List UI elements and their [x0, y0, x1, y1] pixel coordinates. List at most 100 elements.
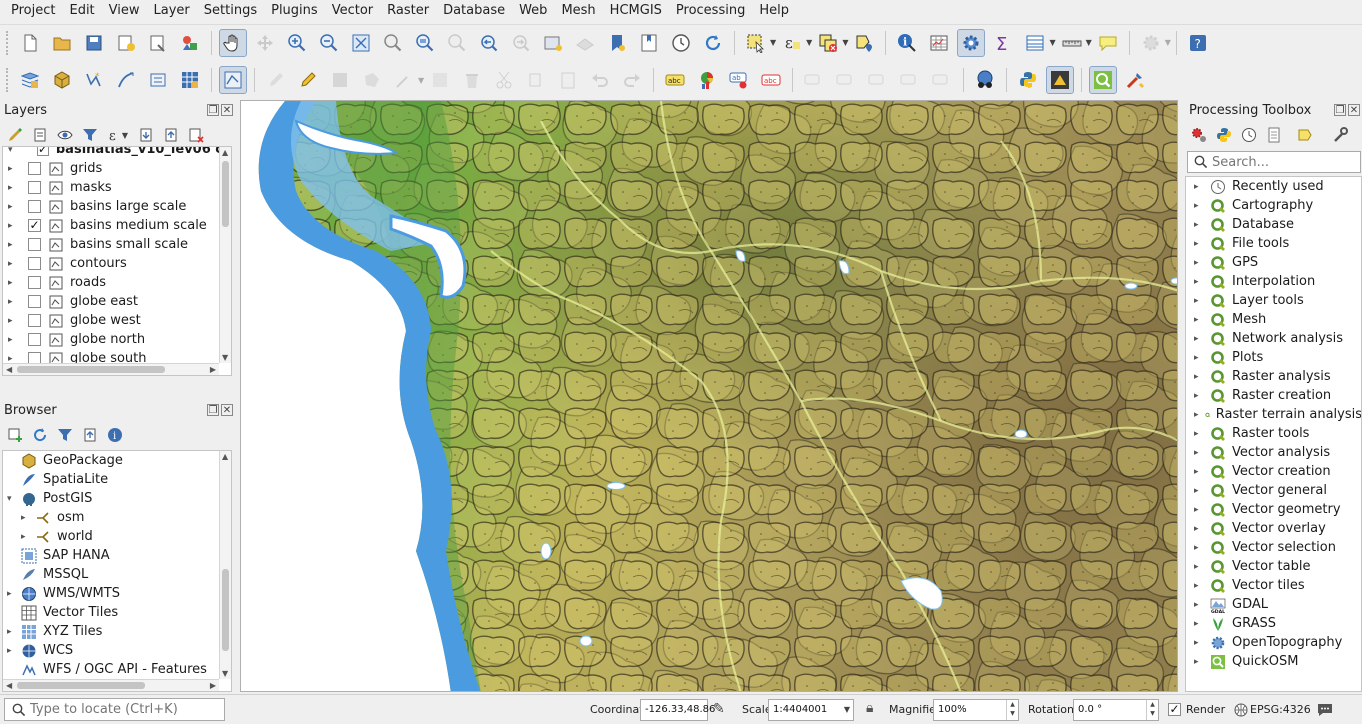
toolbox-group-gdal[interactable]: ▸ GDAL GDAL: [1186, 595, 1361, 614]
browser-item-osm[interactable]: ▸ osm: [3, 508, 221, 527]
chevron-down-icon[interactable]: ▾: [7, 494, 17, 504]
statistical-summary-button[interactable]: Σ: [989, 29, 1017, 57]
chevron-right-icon[interactable]: ▸: [1194, 201, 1204, 211]
chevron-right-icon[interactable]: ▸: [8, 316, 18, 326]
toolbox-group-vector-analysis[interactable]: ▸ Vector analysis: [1186, 443, 1361, 462]
toolbox-group-database[interactable]: ▸ Database: [1186, 215, 1361, 234]
properties-widget-button[interactable]: i: [104, 424, 126, 446]
chevron-down-icon[interactable]: ▼: [418, 76, 424, 85]
add-polygon-feature-button[interactable]: [358, 66, 386, 94]
redo-button[interactable]: [618, 66, 646, 94]
style-layer-button[interactable]: [4, 124, 26, 146]
toolbox-group-interpolation[interactable]: ▸ Interpolation: [1186, 272, 1361, 291]
crs-globe-icon[interactable]: [1234, 703, 1248, 717]
toolbox-group-raster-tools[interactable]: ▸ Raster tools: [1186, 424, 1361, 443]
locator-input[interactable]: [30, 702, 220, 717]
show-bookmarks-button[interactable]: [635, 29, 663, 57]
data-source-manager-button[interactable]: [16, 66, 44, 94]
toolbox-group-raster-creation[interactable]: ▸ Raster creation: [1186, 386, 1361, 405]
new-spatial-bookmark-button[interactable]: [603, 29, 631, 57]
menu-web[interactable]: Web: [512, 0, 554, 22]
osm-globe-button[interactable]: [971, 66, 999, 94]
toolbox-group-grass[interactable]: ▸ GRASS: [1186, 614, 1361, 633]
current-edits-button[interactable]: [262, 66, 290, 94]
browser-item-postgis[interactable]: ▾ PostGIS: [3, 489, 221, 508]
zoom-full-button[interactable]: [347, 29, 375, 57]
chevron-right-icon[interactable]: ▸: [8, 354, 18, 364]
remove-layer-button[interactable]: [185, 124, 207, 146]
menu-edit[interactable]: Edit: [62, 0, 101, 22]
layer-item-contours[interactable]: ▸ contours: [3, 254, 223, 273]
plugin-dark-button[interactable]: [1046, 66, 1075, 94]
map-tips-button[interactable]: [1094, 29, 1122, 57]
save-project-button[interactable]: [80, 29, 108, 57]
scripts-button[interactable]: [1213, 124, 1235, 146]
scroll-thumb[interactable]: [17, 366, 165, 373]
browser-tree[interactable]: GeoPackage SpatiaLite ▾ PostGIS ▸ osm ▸ world SA…: [2, 450, 232, 692]
chevron-right-icon[interactable]: ▸: [1194, 220, 1204, 230]
layer-item-globe-north[interactable]: ▸ globe north: [3, 330, 223, 349]
close-panel-icon[interactable]: ✕: [221, 404, 233, 416]
measure-line-button[interactable]: [1058, 29, 1086, 57]
chevron-down-icon[interactable]: ▼: [844, 700, 850, 720]
toolbox-group-vector-general[interactable]: ▸ Vector general: [1186, 481, 1361, 500]
chevron-down-icon[interactable]: ▼: [1086, 38, 1092, 47]
chevron-right-icon[interactable]: ▸: [8, 259, 18, 269]
pin-unpin-labels-button[interactable]: [800, 66, 828, 94]
processing-toolbox-button[interactable]: [957, 28, 986, 57]
chevron-right-icon[interactable]: ▸: [21, 532, 31, 542]
help-contents-button[interactable]: ?: [1184, 29, 1212, 57]
layer-item-basins-medium-scale[interactable]: ▸ ✓ basins medium scale: [3, 216, 223, 235]
layer-item-globe-east[interactable]: ▸ globe east: [3, 292, 223, 311]
layer-item-globe-west[interactable]: ▸ globe west: [3, 311, 223, 330]
zoom-last-button[interactable]: [475, 29, 503, 57]
menu-view[interactable]: View: [102, 0, 147, 22]
browser-item-spatialite[interactable]: SpatiaLite: [3, 470, 221, 489]
chevron-right-icon[interactable]: ▸: [1194, 581, 1204, 591]
chevron-right-icon[interactable]: ▸: [1194, 467, 1204, 477]
spin-arrows-icon[interactable]: ▲ ▼: [1006, 700, 1018, 720]
layer-checkbox[interactable]: ✓: [28, 219, 41, 232]
toolbox-group-mesh[interactable]: ▸ Mesh: [1186, 310, 1361, 329]
layer-item-basins-large-scale[interactable]: ▸ basins large scale: [3, 197, 223, 216]
chevron-right-icon[interactable]: ▸: [8, 202, 18, 212]
layer-labeling-options-button[interactable]: abc: [661, 66, 689, 94]
chevron-down-icon[interactable]: ▼: [842, 38, 848, 47]
python-console-button[interactable]: [1014, 66, 1042, 94]
browser-item-wfs-ogc-api-features[interactable]: WFS / OGC API - Features: [3, 660, 221, 679]
scroll-thumb[interactable]: [222, 569, 229, 651]
chevron-right-icon[interactable]: ▸: [8, 297, 18, 307]
add-raster-layer-button[interactable]: [176, 66, 204, 94]
chevron-down-icon[interactable]: ▼: [1049, 38, 1055, 47]
float-panel-icon[interactable]: ❐: [207, 404, 219, 416]
scroll-left-icon[interactable]: ◀: [6, 365, 12, 374]
chevron-right-icon[interactable]: ▸: [1194, 505, 1204, 515]
rotation-spinbox[interactable]: 0.0 ° ▲ ▼: [1073, 699, 1159, 721]
new-map-view-button[interactable]: [539, 29, 567, 57]
chevron-right-icon[interactable]: ▸: [1194, 410, 1199, 420]
scroll-down-icon[interactable]: ▼: [222, 353, 228, 362]
scroll-up-icon[interactable]: ▲: [222, 452, 228, 461]
layer-checkbox[interactable]: [28, 276, 41, 289]
chevron-right-icon[interactable]: ▸: [1194, 638, 1204, 648]
add-vector-tile-layer-button[interactable]: [219, 66, 247, 94]
new-shapefile-layer-button[interactable]: *: [80, 66, 108, 94]
highlight-pinned-labels-button[interactable]: ab: [725, 66, 753, 94]
layers-horizontal-scrollbar[interactable]: ◀ ▶: [3, 363, 219, 375]
zoom-to-selection-button[interactable]: [379, 29, 407, 57]
toolbox-group-opentopography[interactable]: ▸ OpenTopography: [1186, 633, 1361, 652]
toggle-extents-icon[interactable]: ✎: [713, 701, 725, 717]
zoom-to-layer-button[interactable]: [411, 29, 439, 57]
paste-features-button[interactable]: [554, 66, 582, 94]
float-panel-icon[interactable]: ❐: [207, 104, 219, 116]
chevron-right-icon[interactable]: ▸: [8, 240, 18, 250]
add-group-button[interactable]: [29, 124, 51, 146]
cut-features-button[interactable]: [490, 66, 518, 94]
collapse-browser-button[interactable]: [79, 424, 101, 446]
expand-all-button[interactable]: [135, 124, 157, 146]
chevron-down-icon[interactable]: ▾: [8, 147, 17, 155]
temporal-controller-button[interactable]: [667, 29, 695, 57]
layer-checkbox[interactable]: [28, 238, 41, 251]
chevron-right-icon[interactable]: ▸: [1194, 334, 1204, 344]
chevron-right-icon[interactable]: ▸: [1194, 296, 1204, 306]
